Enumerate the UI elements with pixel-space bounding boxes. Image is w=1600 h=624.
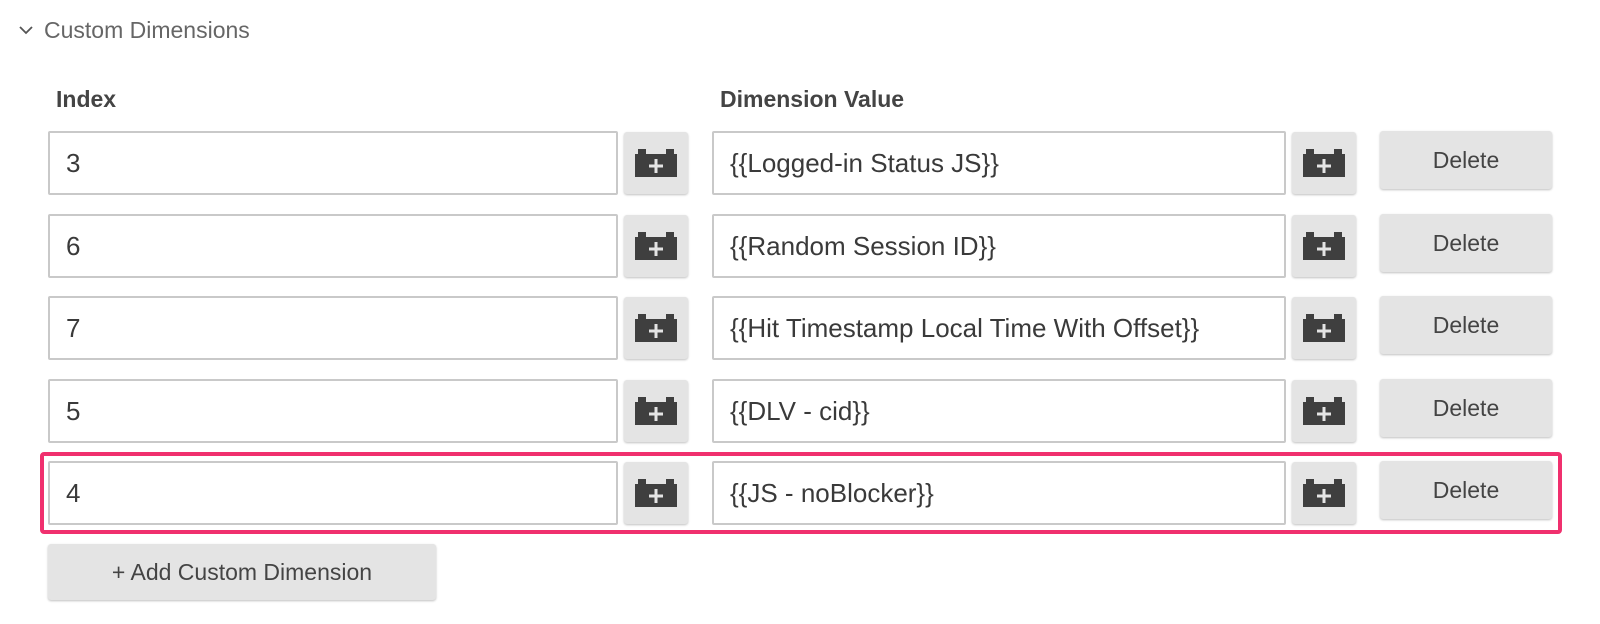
brick-plus-icon [1303, 314, 1345, 342]
dimension-value-field[interactable]: {{Hit Timestamp Local Time With Offset}} [712, 296, 1286, 360]
delete-button[interactable]: Delete [1380, 379, 1552, 437]
delete-button[interactable]: Delete [1380, 461, 1552, 519]
brick-plus-icon [635, 479, 677, 507]
insert-variable-button[interactable] [1292, 380, 1356, 442]
insert-variable-button[interactable] [1292, 132, 1356, 194]
insert-variable-button[interactable] [1292, 297, 1356, 359]
index-field[interactable]: 5 [48, 379, 618, 443]
dimension-row: 3 {{Logged-in Status JS}} Delete [48, 131, 1588, 199]
insert-variable-button[interactable] [624, 215, 688, 277]
insert-variable-button[interactable] [624, 380, 688, 442]
insert-variable-button[interactable] [1292, 462, 1356, 524]
index-field[interactable]: 4 [48, 461, 618, 525]
insert-variable-button[interactable] [1292, 215, 1356, 277]
section-header-custom-dimensions[interactable]: Custom Dimensions [18, 14, 250, 46]
dimension-row: 5 {{DLV - cid}} Delete [48, 379, 1588, 447]
insert-variable-button[interactable] [624, 462, 688, 524]
index-field[interactable]: 6 [48, 214, 618, 278]
index-field[interactable]: 7 [48, 296, 618, 360]
brick-plus-icon [1303, 397, 1345, 425]
delete-button[interactable]: Delete [1380, 296, 1552, 354]
dimension-value-field[interactable]: {{JS - noBlocker}} [712, 461, 1286, 525]
dimension-value-field[interactable]: {{DLV - cid}} [712, 379, 1286, 443]
dimension-value-field[interactable]: {{Random Session ID}} [712, 214, 1286, 278]
insert-variable-button[interactable] [624, 297, 688, 359]
index-field[interactable]: 3 [48, 131, 618, 195]
dimension-row: 6 {{Random Session ID}} Delete [48, 214, 1588, 282]
brick-plus-icon [1303, 479, 1345, 507]
insert-variable-button[interactable] [624, 132, 688, 194]
delete-button[interactable]: Delete [1380, 214, 1552, 272]
dimension-row: 7 {{Hit Timestamp Local Time With Offset… [48, 296, 1588, 364]
chevron-down-icon [19, 26, 33, 35]
brick-plus-icon [1303, 232, 1345, 260]
index-column-label: Index [56, 86, 117, 112]
brick-plus-icon [635, 314, 677, 342]
section-title: Custom Dimensions [44, 16, 250, 43]
brick-plus-icon [635, 232, 677, 260]
delete-button[interactable]: Delete [1380, 131, 1552, 189]
dimension-value-field[interactable]: {{Logged-in Status JS}} [712, 131, 1286, 195]
add-custom-dimension-button[interactable]: + Add Custom Dimension [48, 544, 436, 600]
brick-plus-icon [635, 397, 677, 425]
dimension-row: 4 {{JS - noBlocker}} Delete [48, 461, 1588, 529]
brick-plus-icon [635, 149, 677, 177]
dimension-value-column-label: Dimension Value [720, 86, 905, 112]
brick-plus-icon [1303, 149, 1345, 177]
